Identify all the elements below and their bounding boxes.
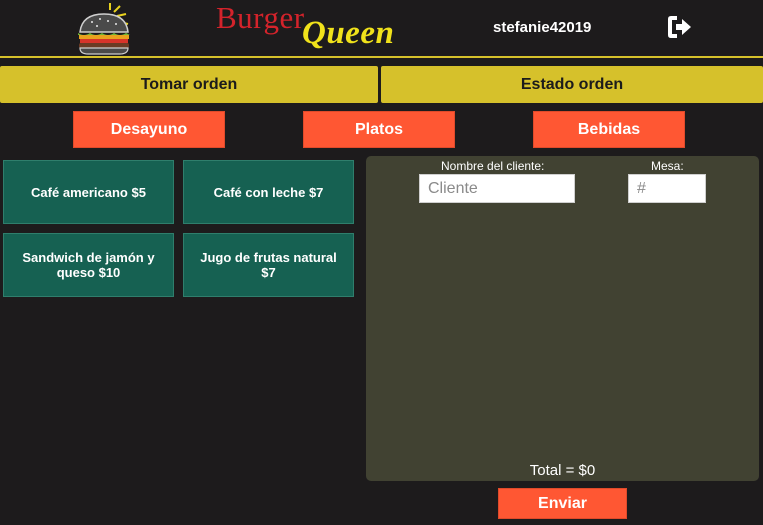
brand-word-queen: Queen bbox=[302, 15, 395, 51]
tab-take-order[interactable]: Tomar orden bbox=[0, 66, 378, 103]
username: stefanie42019 bbox=[493, 19, 592, 36]
order-total: Total = $0 bbox=[529, 462, 596, 479]
client-name-label: Nombre del cliente: bbox=[441, 159, 545, 173]
category-dishes-button[interactable]: Platos bbox=[303, 111, 455, 148]
order-panel: Nombre del cliente: Mesa: Total = $0 bbox=[366, 156, 759, 481]
product-item[interactable]: Jugo de frutas natural $7 bbox=[183, 233, 354, 297]
product-item[interactable]: Café con leche $7 bbox=[183, 160, 354, 224]
sign-out-icon[interactable] bbox=[665, 14, 693, 40]
app-header: Burger Queen stefanie42019 bbox=[0, 0, 763, 58]
burger-icon bbox=[78, 3, 130, 55]
brand-word-burger: Burger bbox=[216, 0, 305, 35]
brand-logo: Burger Queen bbox=[212, 0, 427, 56]
product-label: Sandwich de jamón y queso $10 bbox=[22, 250, 155, 280]
product-label: Café con leche $7 bbox=[213, 184, 324, 200]
product-label: Café americano $5 bbox=[31, 184, 146, 200]
product-item[interactable]: Sandwich de jamón y queso $10 bbox=[3, 233, 174, 297]
product-label: Jugo de frutas natural $7 bbox=[200, 250, 337, 280]
table-number-input[interactable] bbox=[628, 174, 706, 203]
send-order-button[interactable]: Enviar bbox=[498, 488, 627, 519]
category-drinks-button[interactable]: Bebidas bbox=[533, 111, 685, 148]
client-name-input[interactable] bbox=[419, 174, 575, 203]
table-label: Mesa: bbox=[651, 159, 684, 173]
product-item[interactable]: Café americano $5 bbox=[3, 160, 174, 224]
category-breakfast-button[interactable]: Desayuno bbox=[73, 111, 225, 148]
tab-order-status[interactable]: Estado orden bbox=[381, 66, 763, 103]
